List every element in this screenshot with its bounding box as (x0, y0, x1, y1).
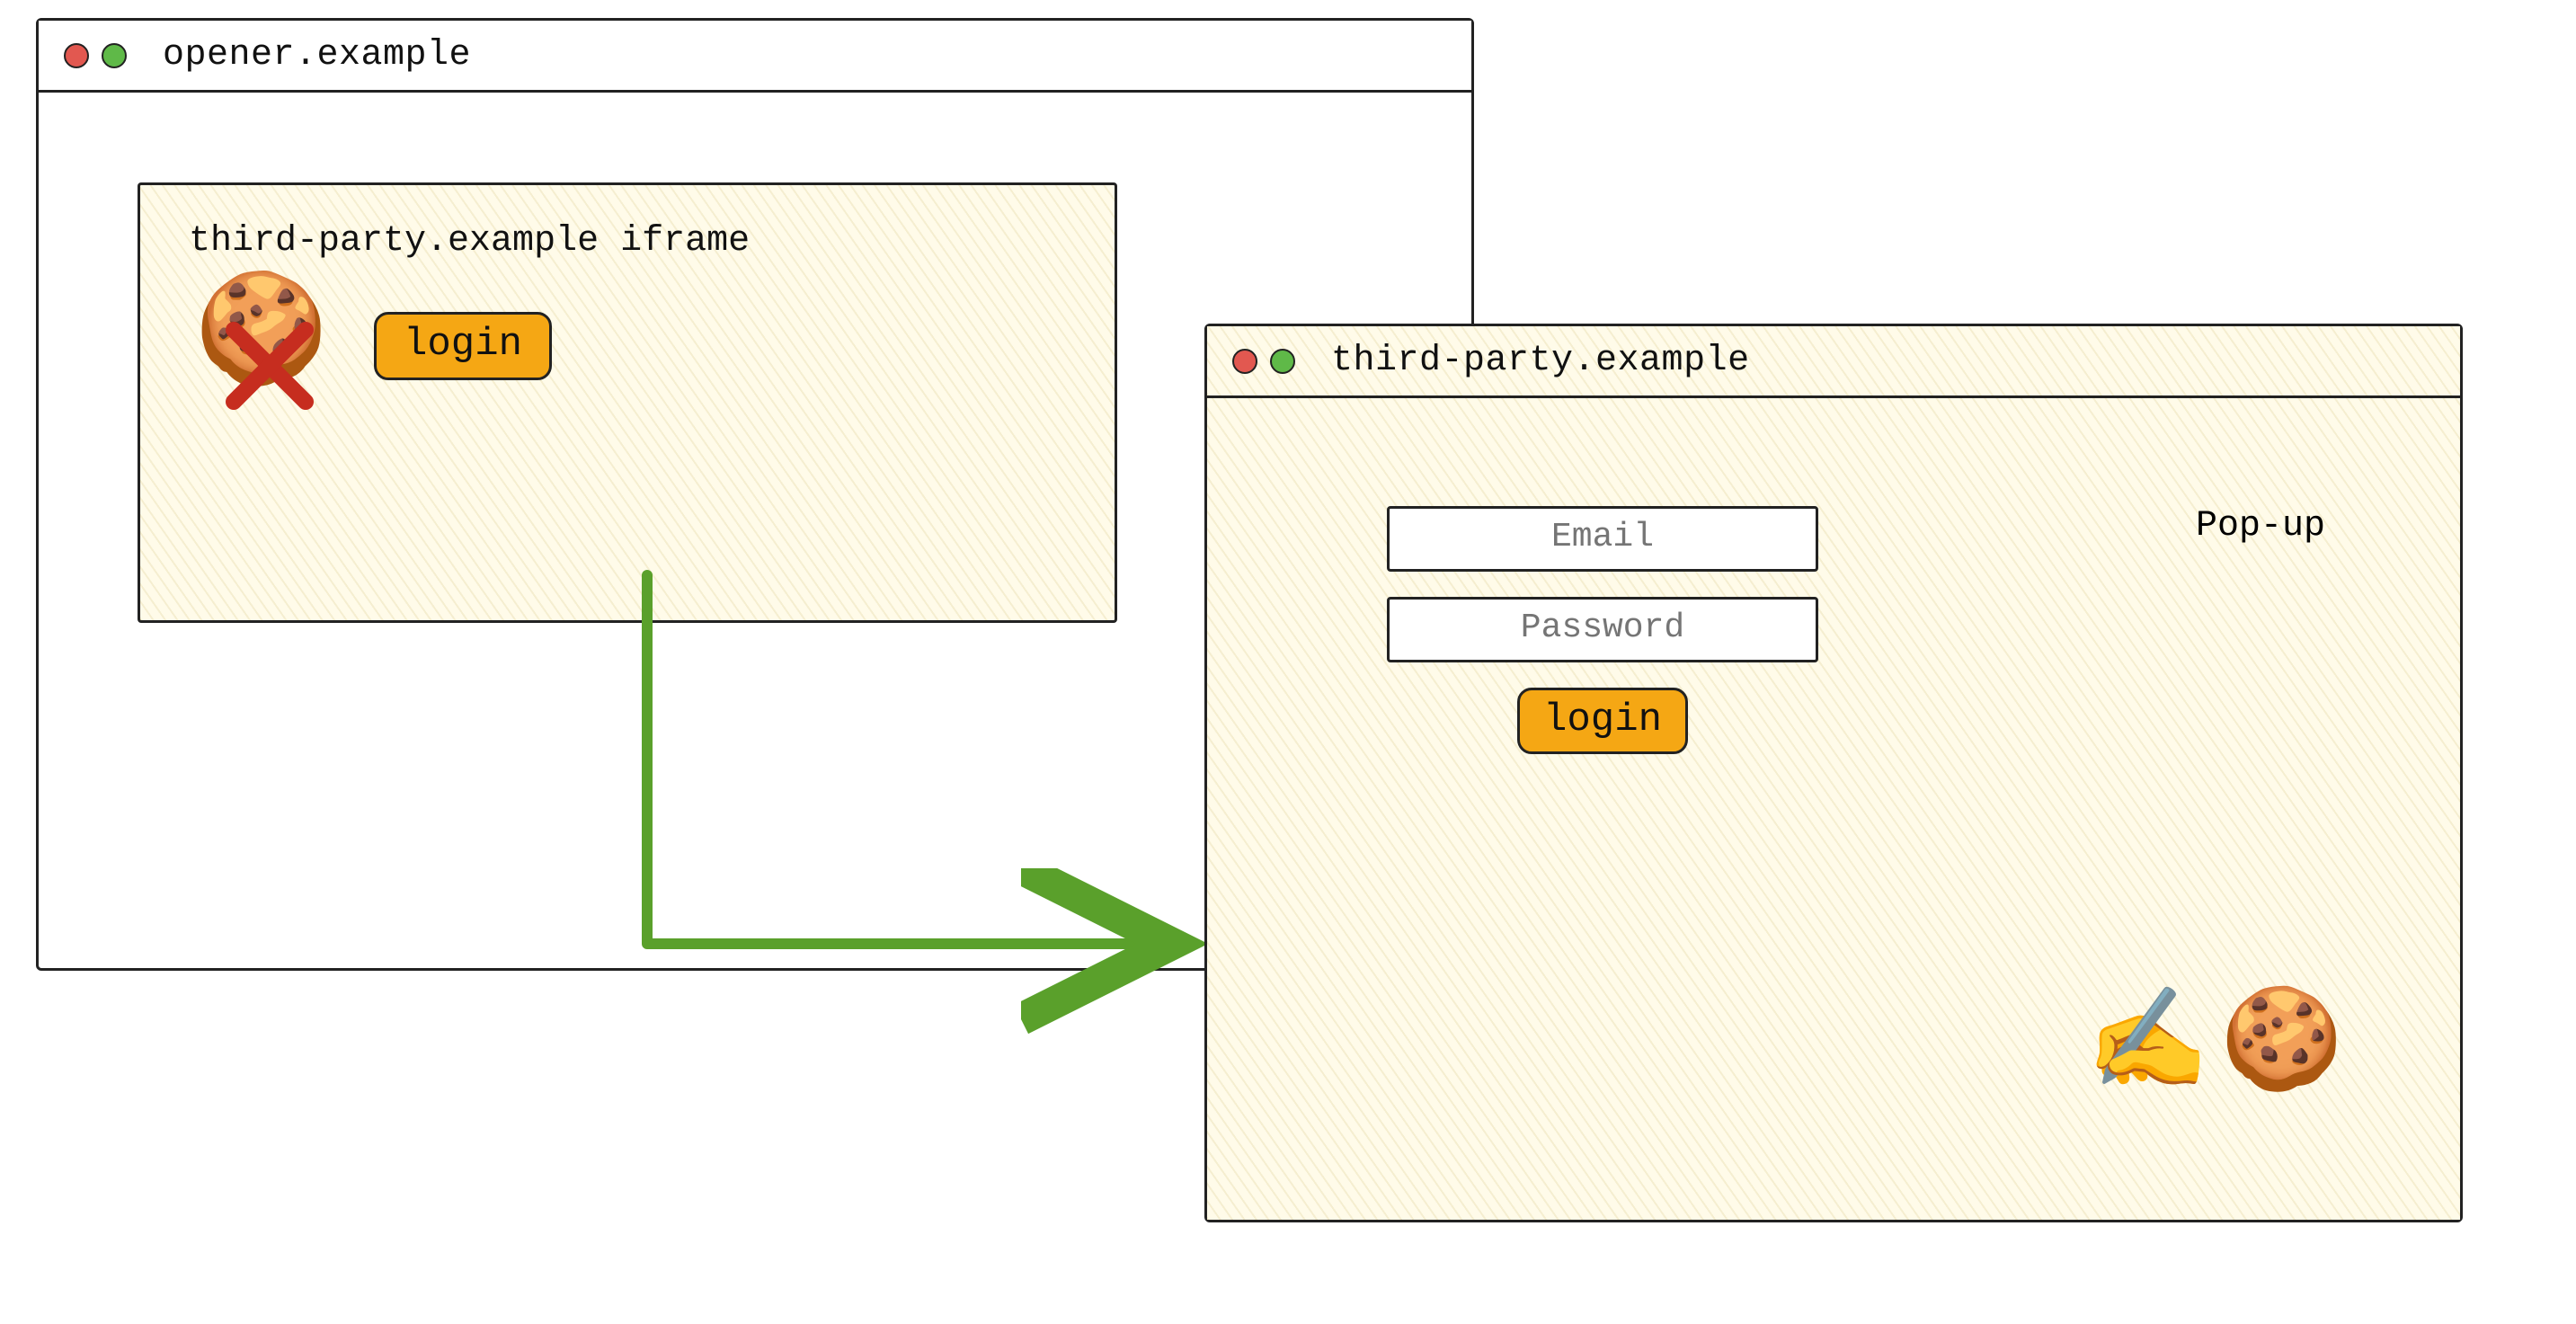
window-controls[interactable] (1232, 349, 1295, 374)
zoom-dot-icon[interactable] (1270, 349, 1295, 374)
cookie-icon: 🍪 (2220, 981, 2343, 1103)
writing-hand-icon: ✍️ (2086, 981, 2209, 1103)
popup-body: Pop-up login ✍️ 🍪 (1207, 398, 2460, 1220)
popup-label: Pop-up (2196, 506, 2325, 546)
popup-login-button[interactable]: login (1517, 688, 1688, 754)
password-field[interactable] (1387, 597, 1818, 662)
cookie-write-icons: ✍️ 🍪 (2086, 981, 2343, 1103)
close-dot-icon[interactable] (1232, 349, 1257, 374)
popup-window: third-party.example Pop-up login ✍️ 🍪 (1204, 324, 2463, 1222)
popup-titlebar: third-party.example (1207, 326, 2460, 398)
popup-title: third-party.example (1331, 341, 1750, 381)
email-field[interactable] (1387, 506, 1818, 572)
login-form: login (1387, 506, 1818, 754)
